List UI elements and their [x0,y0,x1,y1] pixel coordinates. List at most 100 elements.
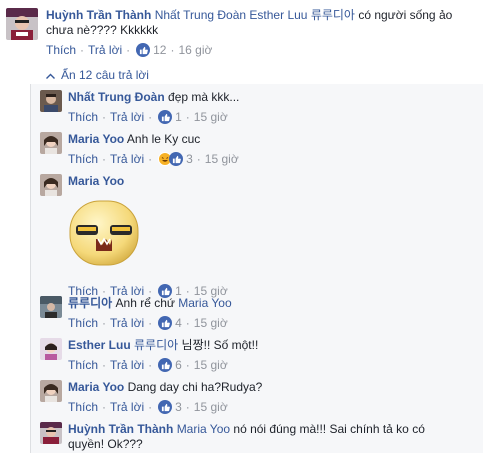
reply-text: Nhất Trung Đoàn đẹp mà kkk... [68,90,470,105]
comment-message: có người sống ảo [358,8,453,22]
reply-author[interactable]: Esther Luu [68,338,131,352]
reply-actions: Thích · Trả lời · 6 · 15 giờ [68,357,470,373]
like-icon [158,110,173,124]
reply-message: 님짱!! Số một!! [181,338,259,352]
tag-link[interactable]: Esther Luu [249,8,307,22]
reply-link[interactable]: Trả lời [110,316,144,330]
tag-link[interactable]: Nhất Trung Đoàn [155,8,246,22]
reply-link[interactable]: Trả lời [110,400,144,414]
separator: · [102,316,107,330]
reply-actions: Thích · Trả lời · 3 · 15 giờ [68,399,470,415]
like-icon [158,358,173,372]
reply-item: Maria Yoo Dang day chi ha?Rudya? Thích ·… [40,380,470,415]
reaction-summary[interactable]: 6 [158,358,182,372]
reply-message: đẹp mà kkk... [168,90,240,104]
reply-author[interactable]: Nhất Trung Đoàn [68,90,165,104]
avatar[interactable] [40,380,62,402]
top-comment: Huỳnh Trần Thành Nhất Trung Đoàn Esther … [6,8,476,58]
like-link[interactable]: Thích [68,152,98,166]
separator: · [148,152,153,166]
reply-actions: Thích · Trả lời · 4 · 15 giờ [68,315,470,331]
reply-actions: Thích · Trả lời · 1 · 15 giờ [68,109,470,125]
separator: · [185,110,190,124]
separator: · [102,152,107,166]
reply-item: Nhất Trung Đoàn đẹp mà kkk... Thích · Tr… [40,90,470,125]
separator: · [170,43,175,57]
timestamp[interactable]: 15 giờ [194,110,228,124]
avatar[interactable] [40,90,62,112]
comment-author[interactable]: Huỳnh Trần Thành [46,8,151,22]
hide-replies-label: Ẩn 12 câu trả lời [61,68,149,82]
reply-text: Huỳnh Trần Thành Maria Yoo nó nói đúng m… [68,422,470,437]
reaction-count: 12 [153,43,167,57]
reply-actions: Thích · Trả lời · 3 · 15 giờ [68,151,470,167]
comment-text: Huỳnh Trần Thành Nhất Trung Đoàn Esther … [46,8,476,23]
reply-item: Maria Yoo Anh le Ky cuc Thích · Trả lời … [40,132,470,167]
like-icon [158,400,173,414]
hide-replies-link[interactable]: Ẩn 12 câu trả lời [46,68,149,82]
reply-item: 류루디아 Anh rể chứ Maria Yoo Thích · Trả lờ… [40,296,470,331]
separator: · [185,358,190,372]
reply-message: Dang day chi ha?Rudya? [127,380,263,394]
reply-link[interactable]: Trả lời [110,152,144,166]
comment-actions: Thích · Trả lời · 12 · 16 giờ [46,42,476,58]
timestamp[interactable]: 15 giờ [194,358,228,372]
avatar[interactable] [40,174,62,196]
reaction-summary[interactable]: 12 [136,43,166,57]
tag-link[interactable]: Maria Yoo [177,422,230,436]
avatar[interactable] [40,422,62,444]
reply-author[interactable]: Huỳnh Trần Thành [68,422,173,436]
reply-item: Huỳnh Trần Thành Maria Yoo nó nói đúng m… [40,422,470,452]
reaction-count: 3 [186,152,193,166]
reply-text: Maria Yoo Dang day chi ha?Rudya? [68,380,470,395]
like-link[interactable]: Thích [68,358,98,372]
avatar[interactable] [6,8,38,40]
tag-link[interactable]: Maria Yoo [178,296,231,310]
separator: · [148,110,153,124]
avatar[interactable] [40,338,62,360]
comment-message-line2: chưa nè???? Kkkkkk [46,23,159,37]
separator: · [102,110,107,124]
reply-body: Nhất Trung Đoàn đẹp mà kkk... Thích · Tr… [68,90,470,125]
separator: · [148,400,153,414]
separator: · [148,316,153,330]
separator: · [126,43,131,57]
reply-body: Maria Yoo Thích · Trả lời · 1 · 15 giờ [68,174,470,299]
reply-author[interactable]: 류루디아 [68,296,112,310]
like-link[interactable]: Thích [68,400,98,414]
reaction-summary[interactable]: 3 [158,152,193,166]
reply-author[interactable]: Maria Yoo [68,132,124,146]
tag-link[interactable]: 류루디아 [311,8,355,22]
reply-link[interactable]: Trả lời [110,110,144,124]
timestamp[interactable]: 15 giờ [205,152,239,166]
reply-item: Esther Luu 류루디아 님짱!! Số một!! Thích · Tr… [40,338,470,373]
tag-link[interactable]: 류루디아 [134,338,178,352]
reply-link[interactable]: Trả lời [110,358,144,372]
like-link[interactable]: Thích [46,43,76,57]
reaction-summary[interactable]: 4 [158,316,182,330]
reply-text: 류루디아 Anh rể chứ Maria Yoo [68,296,470,311]
sticker-icon[interactable] [68,197,140,269]
reply-item: Maria Yoo Thích · Trả lời · 1 · 15 giờ [40,174,470,299]
like-link[interactable]: Thích [68,316,98,330]
reaction-count: 4 [175,316,182,330]
reaction-summary[interactable]: 3 [158,400,182,414]
reply-body: Maria Yoo Dang day chi ha?Rudya? Thích ·… [68,380,470,415]
reaction-count: 1 [175,110,182,124]
comment-body: Huỳnh Trần Thành Nhất Trung Đoàn Esther … [46,8,476,58]
reply-link[interactable]: Trả lời [88,43,122,57]
reply-message: Anh le Ky cuc [126,132,201,146]
reply-body: Huỳnh Trần Thành Maria Yoo nó nói đúng m… [68,422,470,452]
timestamp[interactable]: 16 giờ [178,43,212,57]
reply-author[interactable]: Maria Yoo [68,174,124,188]
reply-author[interactable]: Maria Yoo [68,380,124,394]
reply-body: Esther Luu 류루디아 님짱!! Số một!! Thích · Tr… [68,338,470,373]
separator: · [185,316,190,330]
like-link[interactable]: Thích [68,110,98,124]
timestamp[interactable]: 15 giờ [194,316,228,330]
timestamp[interactable]: 15 giờ [194,400,228,414]
avatar[interactable] [40,132,62,154]
separator: · [102,358,107,372]
reaction-summary[interactable]: 1 [158,110,182,124]
avatar[interactable] [40,296,62,318]
